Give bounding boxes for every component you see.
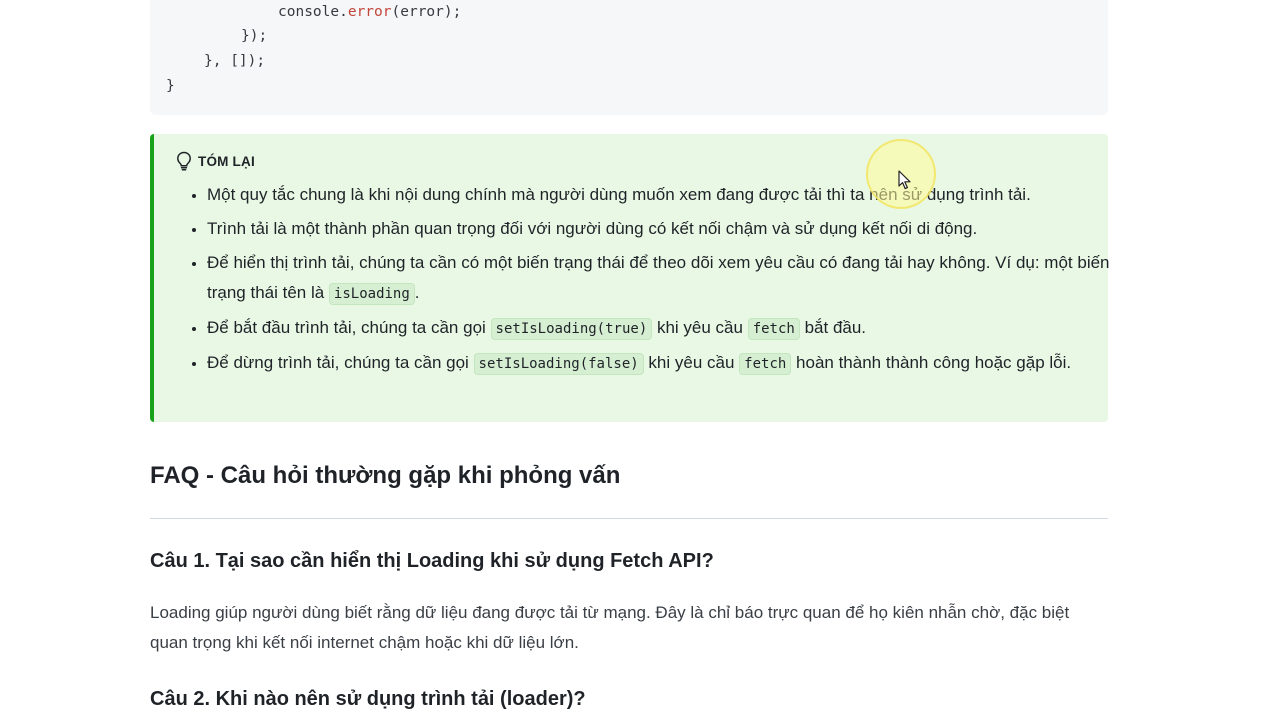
section-divider xyxy=(150,518,1108,519)
inline-code: setIsLoading(false) xyxy=(473,353,644,375)
summary-callout: TÓM LẠI Một quy tắc chung là khi nội dun… xyxy=(150,134,1110,422)
lightbulb-icon xyxy=(176,151,192,171)
inline-code: isLoading xyxy=(328,283,415,305)
inline-code: fetch xyxy=(747,318,800,340)
inline-code: setIsLoading(true) xyxy=(490,318,653,340)
list-item: Trình tải là một thành phần quan trọng đ… xyxy=(207,214,1112,244)
list-item: Một quy tắc chung là khi nội dung chính … xyxy=(207,180,1112,210)
code-line-1: console.error(error); xyxy=(278,4,462,20)
faq-answer-1: Loading giúp người dùng biết rằng dữ liệ… xyxy=(150,603,1070,652)
mouse-cursor-icon xyxy=(898,170,912,195)
code-block: console.error(error); }); }, []); } xyxy=(150,0,1108,115)
summary-callout-title: TÓM LẠI xyxy=(176,151,255,171)
list-item: Để dừng trình tải, chúng ta cần gọi setI… xyxy=(207,348,1112,379)
summary-title-text: TÓM LẠI xyxy=(198,153,255,169)
article-page: console.error(error); }); }, []); } TÓM … xyxy=(0,0,1280,720)
list-item: Để hiển thị trình tải, chúng ta cần có m… xyxy=(207,248,1112,309)
list-item: Để bắt đầu trình tải, chúng ta cần gọi s… xyxy=(207,313,1112,344)
summary-list: Một quy tắc chung là khi nội dung chính … xyxy=(182,180,1112,383)
code-line-2: }); xyxy=(241,28,268,44)
faq-heading: FAQ - Câu hỏi thường gặp khi phỏng vấn xyxy=(150,462,621,489)
faq-question-2: Câu 2. Khi nào nên sử dụng trình tải (lo… xyxy=(150,688,586,710)
inline-code: fetch xyxy=(739,353,792,375)
faq-question-1: Câu 1. Tại sao cần hiển thị Loading khi … xyxy=(150,550,714,572)
code-line-3: }, []); xyxy=(204,53,266,69)
code-line-4: } xyxy=(166,78,175,94)
